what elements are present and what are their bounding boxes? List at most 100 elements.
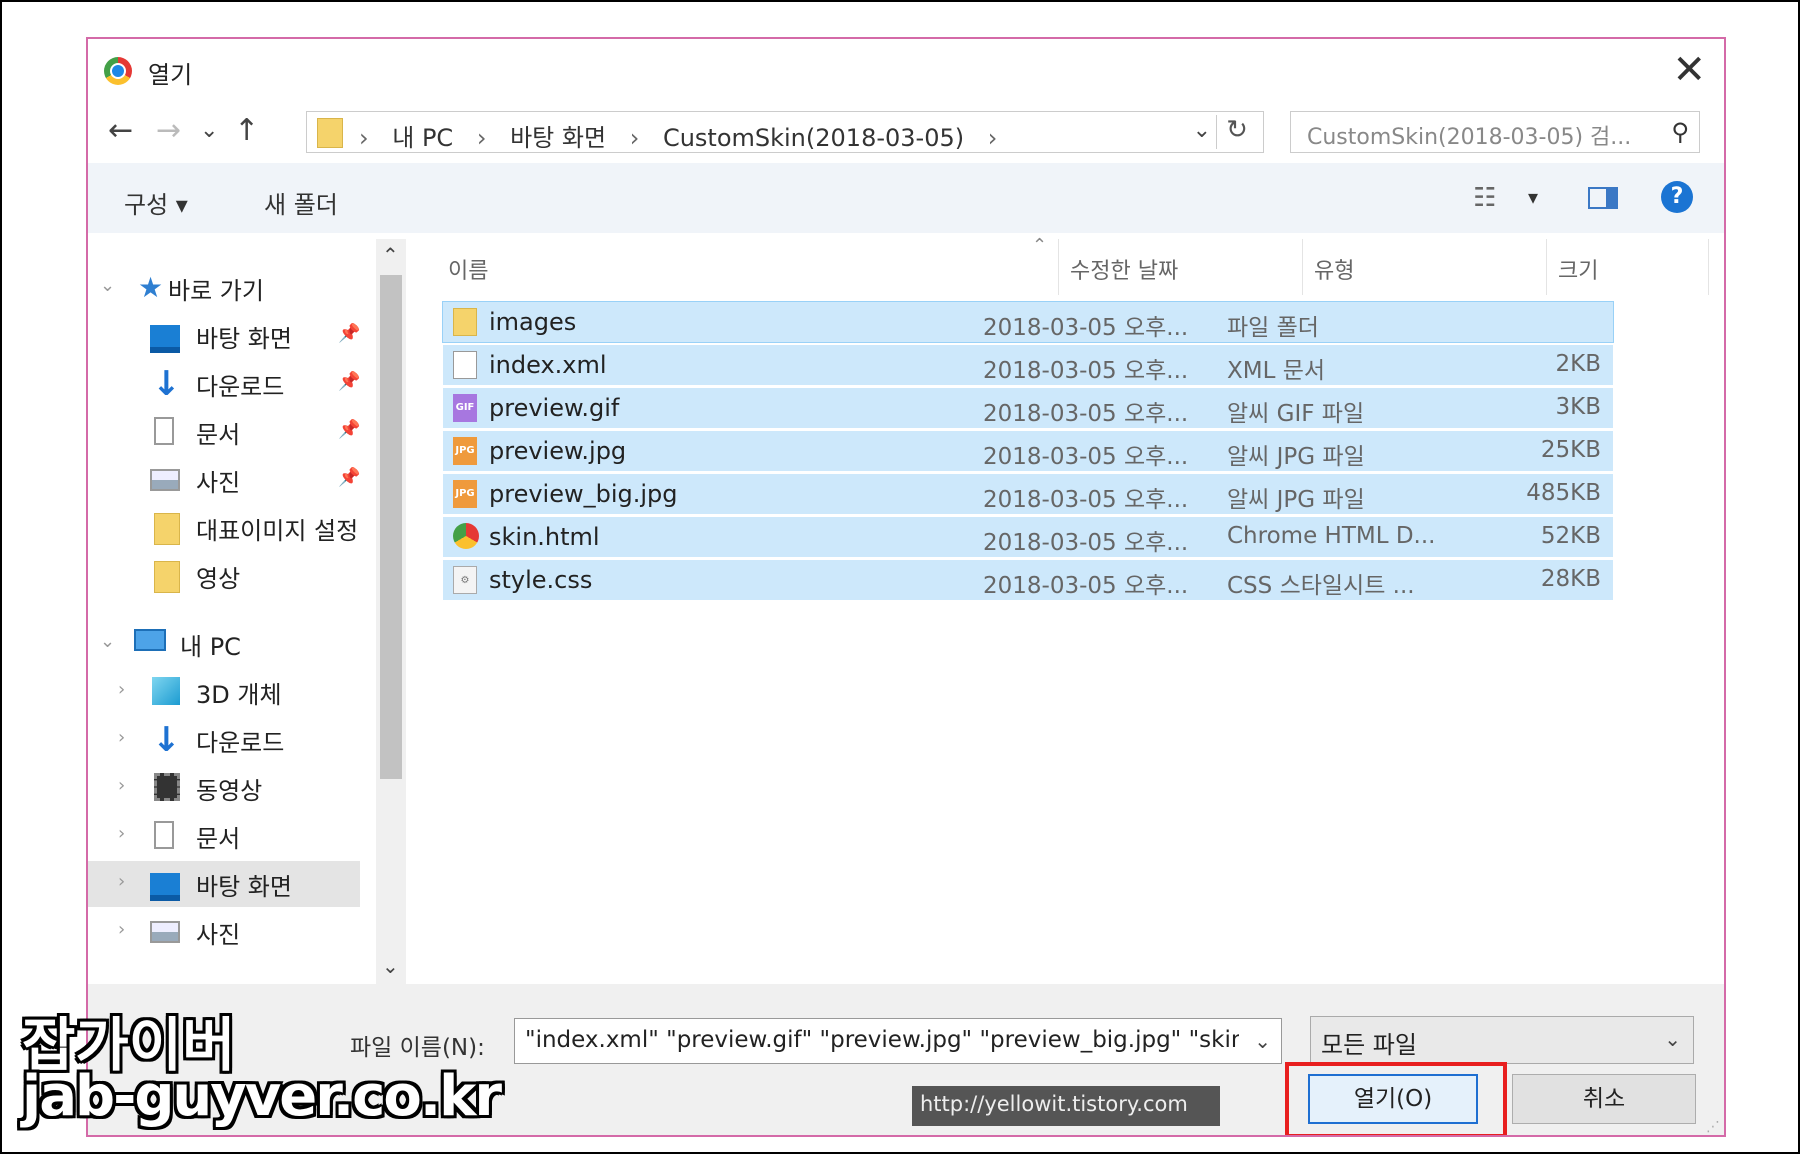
refresh-icon[interactable]: ↻ bbox=[1216, 115, 1257, 149]
breadcrumb-separator: › bbox=[629, 124, 640, 152]
collapse-chevron-icon[interactable]: › bbox=[118, 823, 125, 844]
file-type: 알씨 JPG 파일 bbox=[1227, 444, 1365, 470]
sidebar-item-label: 동영상 bbox=[196, 777, 263, 805]
column-divider[interactable] bbox=[1708, 239, 1709, 295]
table-row[interactable]: images 2018-03-05 오후... 파일 폴더 bbox=[442, 301, 1614, 343]
organize-button[interactable]: 구성 ▾ bbox=[124, 185, 188, 220]
chevron-down-icon[interactable]: ⌄ bbox=[1254, 1029, 1271, 1053]
pin-icon[interactable]: 📌 bbox=[338, 371, 360, 392]
file-name-value[interactable]: "index.xml" "preview.gif" "preview.jpg" … bbox=[525, 1027, 1239, 1053]
breadcrumb-this-pc[interactable]: 내 PC bbox=[392, 124, 453, 152]
search-input[interactable]: CustomSkin(2018-03-05) 검... bbox=[1307, 119, 1647, 151]
watermark-text: http://yellowit.tistory.com bbox=[920, 1092, 1188, 1116]
file-date: 2018-03-05 오후... bbox=[983, 315, 1189, 341]
folder-icon bbox=[317, 118, 343, 148]
sidebar-item-documents[interactable]: 문서 📌 bbox=[88, 409, 360, 455]
collapse-chevron-icon[interactable]: › bbox=[118, 727, 125, 748]
collapse-chevron-icon[interactable]: › bbox=[118, 679, 125, 700]
table-row[interactable]: ⚙ style.css 2018-03-05 오후... CSS 스타일시트 .… bbox=[442, 559, 1614, 601]
download-icon: ↓ bbox=[152, 720, 181, 760]
sidebar-scrollbar[interactable]: ⌃ ⌄ bbox=[376, 239, 406, 984]
address-dropdown-icon[interactable]: ⌄ bbox=[1193, 118, 1211, 143]
file-date: 2018-03-05 오후... bbox=[983, 530, 1189, 556]
sidebar-item-label: 사진 bbox=[196, 469, 241, 497]
sidebar-item-desktop[interactable]: 바탕 화면 📌 bbox=[88, 313, 360, 359]
file-size: 25KB bbox=[1540, 437, 1601, 463]
pin-icon[interactable]: 📌 bbox=[338, 467, 360, 488]
sidebar-item-video-folder[interactable]: 영상 bbox=[88, 553, 360, 599]
search-box[interactable]: CustomSkin(2018-03-05) 검... ⚲ bbox=[1290, 111, 1700, 153]
sidebar-item-videos[interactable]: › 동영상 bbox=[88, 765, 360, 811]
file-size: 52KB bbox=[1540, 523, 1601, 549]
sidebar-item-pictures[interactable]: 사진 📌 bbox=[88, 457, 360, 503]
collapse-chevron-icon[interactable]: › bbox=[118, 775, 125, 796]
up-arrow-icon[interactable]: ↑ bbox=[234, 111, 259, 151]
column-divider[interactable] bbox=[1302, 239, 1303, 295]
sidebar-item-label: 문서 bbox=[196, 825, 241, 853]
column-header-date[interactable]: 수정한 날짜 bbox=[1070, 253, 1178, 285]
close-icon[interactable]: ✕ bbox=[1672, 45, 1706, 95]
expand-chevron-icon[interactable]: ⌄ bbox=[100, 275, 115, 296]
new-folder-button[interactable]: 새 폴더 bbox=[264, 185, 338, 220]
document-icon bbox=[154, 417, 174, 445]
help-icon[interactable]: ? bbox=[1661, 181, 1693, 213]
resize-grip-icon[interactable]: ⋰ bbox=[1706, 1119, 1720, 1135]
file-name-label: 파일 이름(N): bbox=[350, 1035, 485, 1061]
pin-icon[interactable]: 📌 bbox=[338, 419, 360, 440]
file-name-input[interactable]: "index.xml" "preview.gif" "preview.jpg" … bbox=[514, 1018, 1282, 1064]
sidebar-item-pc-desktop[interactable]: › 바탕 화면 bbox=[88, 861, 360, 907]
scrollbar-thumb[interactable] bbox=[380, 275, 402, 779]
column-divider[interactable] bbox=[1058, 239, 1059, 295]
file-type: 알씨 GIF 파일 bbox=[1227, 401, 1365, 427]
css-file-icon: ⚙ bbox=[453, 566, 477, 594]
sidebar-item-thumbnail-folder[interactable]: 대표이미지 설정 bbox=[88, 505, 360, 551]
file-size: 28KB bbox=[1540, 566, 1601, 592]
open-button[interactable]: 열기(O) bbox=[1308, 1074, 1478, 1124]
recent-locations-chevron-icon[interactable]: ⌄ bbox=[200, 111, 218, 151]
sidebar-item-label: 바로 가기 bbox=[168, 277, 264, 305]
scroll-down-chevron-icon[interactable]: ⌄ bbox=[382, 954, 399, 978]
file-name: index.xml bbox=[489, 351, 607, 379]
sidebar-item-pc-downloads[interactable]: › ↓ 다운로드 bbox=[88, 717, 360, 763]
expand-chevron-icon[interactable]: ⌄ bbox=[100, 631, 115, 652]
table-row[interactable]: JPG preview.jpg 2018-03-05 오후... 알씨 JPG … bbox=[442, 430, 1614, 472]
breadcrumb-customskin[interactable]: CustomSkin(2018-03-05) bbox=[663, 124, 964, 152]
folder-icon bbox=[154, 513, 180, 545]
view-options-icon[interactable]: ☷ bbox=[1473, 183, 1496, 213]
cancel-button[interactable]: 취소 bbox=[1512, 1074, 1696, 1124]
sidebar-item-label: 문서 bbox=[196, 421, 241, 449]
column-header-name[interactable]: 이름 bbox=[448, 253, 488, 285]
sidebar-item-pc-documents[interactable]: › 문서 bbox=[88, 813, 360, 859]
file-type: 파일 폴더 bbox=[1227, 315, 1319, 341]
collapse-chevron-icon[interactable]: › bbox=[118, 871, 125, 892]
view-dropdown-icon[interactable]: ▾ bbox=[1528, 185, 1538, 209]
chevron-down-icon[interactable]: ⌄ bbox=[1664, 1027, 1681, 1051]
breadcrumb-desktop[interactable]: 바탕 화면 bbox=[510, 124, 606, 152]
column-header-type[interactable]: 유형 bbox=[1314, 253, 1354, 285]
address-bar[interactable]: › 내 PC › 바탕 화면 › CustomSkin(2018-03-05) … bbox=[306, 111, 1264, 153]
desktop-icon bbox=[150, 873, 180, 901]
sidebar-item-label: 영상 bbox=[196, 565, 241, 593]
sidebar-item-this-pc[interactable]: ⌄ 내 PC bbox=[88, 621, 360, 667]
file-type-select[interactable]: 모든 파일 ⌄ bbox=[1310, 1016, 1694, 1064]
sidebar-item-label: 3D 개체 bbox=[196, 681, 282, 709]
sidebar-item-pc-pictures[interactable]: › 사진 bbox=[88, 909, 360, 955]
sidebar-item-downloads[interactable]: ↓ 다운로드 📌 bbox=[88, 361, 360, 407]
table-row[interactable]: JPG preview_big.jpg 2018-03-05 오후... 알씨 … bbox=[442, 473, 1614, 515]
chrome-html-icon bbox=[453, 523, 479, 549]
back-arrow-icon[interactable]: ← bbox=[108, 111, 133, 151]
table-row[interactable]: GIF preview.gif 2018-03-05 오후... 알씨 GIF … bbox=[442, 387, 1614, 429]
table-row[interactable]: skin.html 2018-03-05 오후... Chrome HTML D… bbox=[442, 516, 1614, 558]
table-row[interactable]: index.xml 2018-03-05 오후... XML 문서 2KB bbox=[442, 344, 1614, 386]
sidebar-item-3d-objects[interactable]: › 3D 개체 bbox=[88, 669, 360, 715]
preview-pane-icon[interactable] bbox=[1588, 187, 1618, 209]
column-header-size[interactable]: 크기 bbox=[1558, 253, 1598, 285]
watermark-label: http://yellowit.tistory.com bbox=[912, 1086, 1220, 1126]
column-divider[interactable] bbox=[1546, 239, 1547, 295]
collapse-chevron-icon[interactable]: › bbox=[118, 919, 125, 940]
scroll-up-chevron-icon[interactable]: ⌃ bbox=[382, 243, 399, 267]
forward-arrow-icon[interactable]: → bbox=[156, 111, 181, 151]
search-icon[interactable]: ⚲ bbox=[1671, 118, 1689, 146]
sidebar-item-quick-access[interactable]: ⌄ ★ 바로 가기 bbox=[88, 265, 360, 311]
pin-icon[interactable]: 📌 bbox=[338, 323, 360, 344]
